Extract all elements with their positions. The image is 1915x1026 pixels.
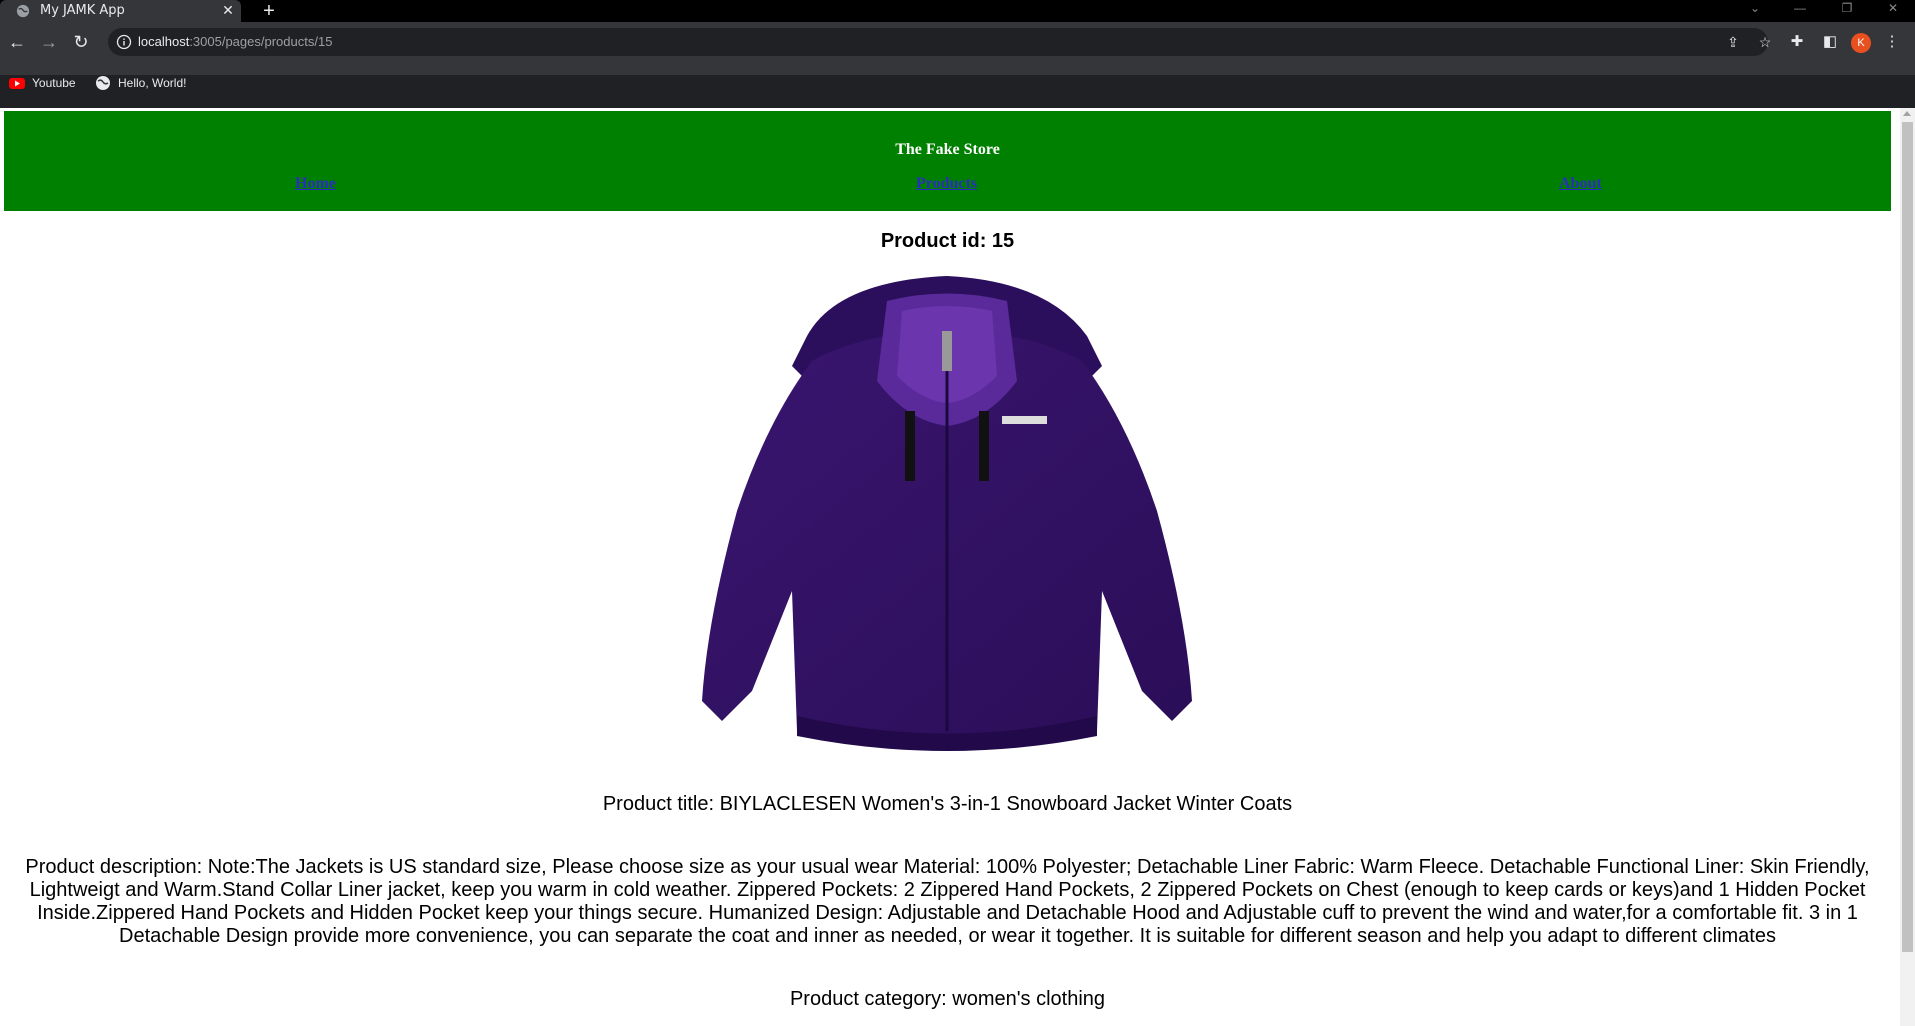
bookmark-hello-world[interactable]: Hello, World! (95, 73, 186, 93)
site-header: The Fake Store Home Products About (4, 111, 1891, 211)
product-description: Product description: Note:The Jackets is… (25, 856, 1870, 947)
site-info-icon[interactable] (116, 34, 132, 50)
globe-icon (16, 4, 30, 18)
bookmark-label: Youtube (32, 76, 76, 90)
back-icon[interactable]: ← (5, 30, 29, 54)
browser-toolbar: ← → ↻ localhost:3005/pages/products/15 ⇪… (0, 22, 1915, 90)
profile-avatar[interactable]: K (1851, 33, 1871, 53)
reload-icon[interactable]: ↻ (69, 30, 93, 54)
restore-icon[interactable]: ❐ (1832, 0, 1862, 22)
tab-title: My JAMK App (40, 3, 125, 18)
nav-link-about[interactable]: About (1559, 175, 1602, 193)
page-scrollbar[interactable] (1900, 108, 1915, 1026)
scroll-up-arrow-icon[interactable] (1903, 111, 1911, 116)
url-text[interactable]: localhost:3005/pages/products/15 (138, 34, 332, 49)
forward-icon[interactable]: → (37, 30, 61, 54)
tab-strip: My JAMK App ✕ + ⌄ — ❐ ✕ (0, 0, 1915, 22)
browser-tab[interactable]: My JAMK App ✕ (0, 0, 241, 22)
product-title: Product title: BIYLACLESEN Women's 3-in-… (602, 793, 1293, 815)
close-window-icon[interactable]: ✕ (1878, 0, 1908, 22)
side-panel-icon[interactable]: ◧ (1818, 30, 1842, 54)
youtube-icon (9, 78, 25, 89)
minimize-icon[interactable]: — (1785, 0, 1815, 22)
nav-link-home[interactable]: Home (295, 175, 336, 193)
bookmarks-bar: Youtube Hello, World! (0, 69, 1915, 97)
tab-close-icon[interactable]: ✕ (220, 2, 236, 18)
site-title: The Fake Store (895, 141, 1000, 158)
menu-icon[interactable]: ⋮ (1880, 30, 1904, 54)
scroll-thumb[interactable] (1902, 122, 1913, 952)
bookmark-star-icon[interactable]: ☆ (1755, 32, 1775, 52)
product-id: Product id: 15 (880, 230, 1015, 252)
page-viewport: The Fake Store Home Products About Produ… (0, 108, 1915, 1026)
bookmark-youtube[interactable]: Youtube (9, 73, 76, 93)
new-tab-button[interactable]: + (258, 0, 280, 22)
product-image (702, 276, 1192, 751)
share-icon[interactable]: ⇪ (1723, 32, 1743, 52)
bookmark-label: Hello, World! (118, 76, 187, 90)
globe-icon (96, 76, 110, 90)
product-category: Product category: women's clothing (789, 988, 1106, 1010)
nav-link-products[interactable]: Products (916, 175, 977, 193)
extensions-icon[interactable]: ✚ (1785, 30, 1809, 54)
address-bar[interactable]: localhost:3005/pages/products/15 ⇪ ☆ (108, 28, 1771, 56)
tab-search-icon[interactable]: ⌄ (1740, 0, 1770, 22)
